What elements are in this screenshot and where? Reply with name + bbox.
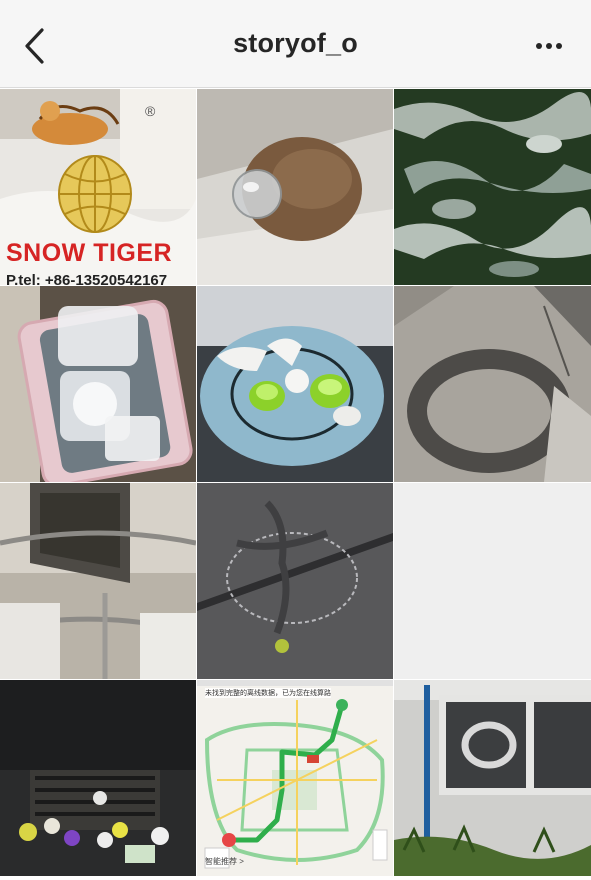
post-plastic-container[interactable] (0, 286, 196, 482)
post-ring-shadow[interactable] (394, 286, 591, 482)
blue-dish-photo (197, 286, 393, 482)
map-screenshot (197, 680, 393, 876)
more-horizontal-icon (536, 43, 562, 49)
top-bar: storyof_o (0, 0, 591, 88)
ring-shadow-photo (394, 286, 591, 482)
post-blue-dish[interactable] (197, 286, 393, 482)
photo-grid: ® SNOW TIGER P.tel: +86-13520542167 未找到完… (0, 89, 591, 876)
more-options-button[interactable] (533, 34, 569, 58)
plastic-container-photo (0, 286, 196, 482)
profile-username: storyof_o (233, 28, 358, 58)
map-smart-recommend: 智能推荐 > (205, 857, 244, 866)
window-ring-photo (394, 680, 591, 876)
water-reflection-photo (394, 89, 591, 285)
registered-mark: ® (145, 103, 156, 119)
drain-balls-photo (0, 680, 196, 876)
post-subway-car[interactable] (0, 483, 196, 679)
glass-ball-photo (197, 89, 393, 285)
post-window-ring[interactable] (394, 680, 591, 876)
post-glass-ball-fur[interactable] (197, 89, 393, 285)
map-offline-notice: 未找到完整的离线数据，已为您在线算路 (205, 688, 331, 698)
post-map-route[interactable]: 未找到完整的离线数据，已为您在线算路 智能推荐 > (197, 680, 393, 876)
phone-text: P.tel: +86-13520542167 (6, 272, 168, 285)
post-drain-balls[interactable] (0, 680, 196, 876)
post-asphalt-circle[interactable] (197, 483, 393, 679)
empty-slot-fill (394, 483, 591, 679)
post-water-ripple[interactable] (394, 89, 591, 285)
asphalt-circle-photo (197, 483, 393, 679)
empty-slot (394, 483, 591, 679)
post-snow-tiger[interactable]: ® SNOW TIGER P.tel: +86-13520542167 (0, 89, 196, 285)
subway-ceiling-photo (0, 483, 196, 679)
brand-text: SNOW TIGER (6, 239, 173, 267)
